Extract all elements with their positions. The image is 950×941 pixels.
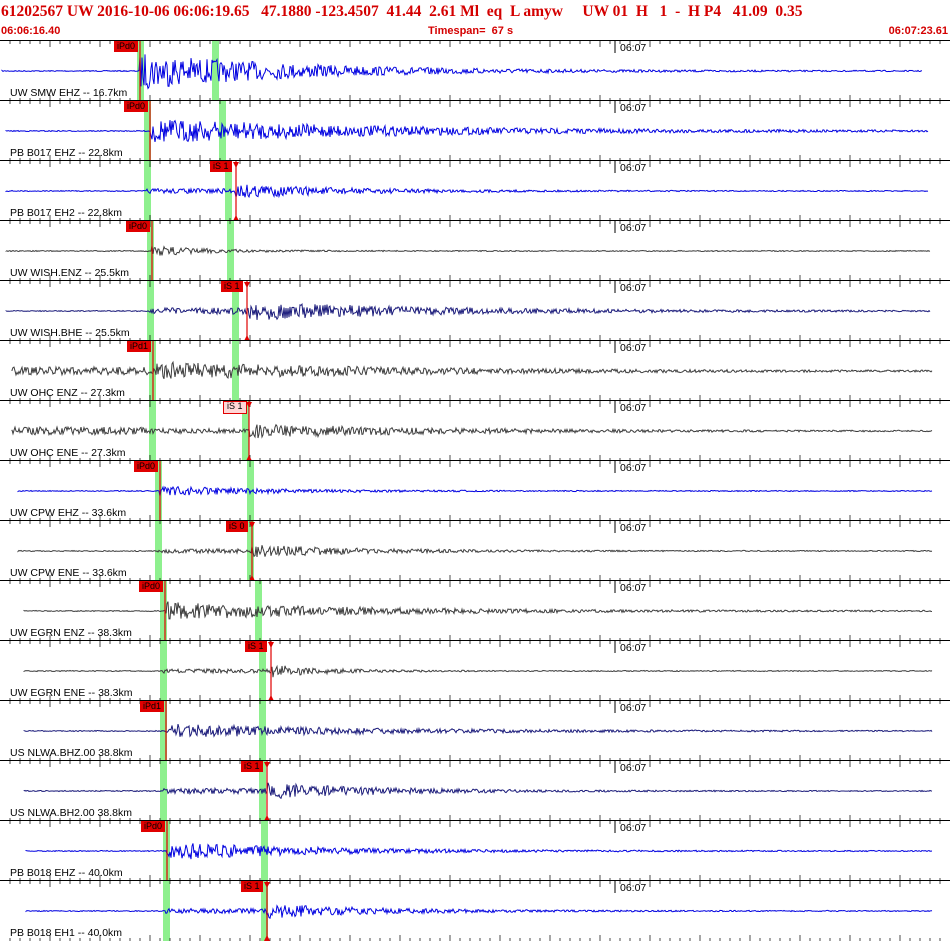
station-channel-label: UW OHC ENE -- 27.3km — [10, 447, 126, 459]
waveform-canvas — [9, 401, 941, 461]
seismogram-panel[interactable]: iPd0 06:07 UW CPW EHZ -- 33.6km — [0, 460, 950, 521]
seismogram-panels: iPd0 06:07 UW SMW EHZ -- 16.7km iPd0 06:07 PB… — [0, 40, 950, 941]
minute-time-label: 06:07 — [620, 402, 647, 414]
phase-pick-tag[interactable]: iPd0 — [126, 221, 151, 232]
seismogram-panel[interactable]: iPd0 06:07 UW EGRN ENZ -- 38.3km — [0, 580, 950, 641]
phase-pick-tag[interactable]: iS 1 — [241, 761, 263, 772]
phase-pick-tag[interactable]: iS 1 — [241, 881, 263, 892]
station-channel-label: UW EGRN ENZ -- 38.3km — [10, 627, 132, 639]
phase-pick-tag[interactable]: iPd0 — [134, 461, 159, 472]
phase-pick-tag[interactable]: iPd1 — [140, 701, 165, 712]
phase-pick-tag[interactable]: iPd0 — [114, 41, 139, 52]
waveform-canvas — [5, 281, 941, 341]
minute-time-label: 06:07 — [620, 702, 647, 714]
station-channel-label: UW WISH.BHE -- 25.5km — [10, 327, 130, 339]
station-channel-label: UW CPW ENE -- 33.6km — [10, 567, 127, 579]
minute-time-label: 06:07 — [620, 822, 647, 834]
minute-time-label: 06:07 — [620, 42, 647, 54]
start-time-label: 06:06:16.40 — [1, 25, 61, 37]
station-channel-label: PB B018 EHZ -- 40.0km — [10, 867, 123, 879]
station-channel-label: UW OHC ENZ -- 27.3km — [10, 387, 125, 399]
waveform-canvas — [9, 521, 941, 581]
waveform-canvas — [9, 641, 941, 701]
event-header: 61202567 UW 2016-10-06 06:06:19.65 47.18… — [0, 0, 950, 40]
seismogram-panel[interactable]: iS 1 06:07 US NLWA.BH2.00 38.8km — [0, 760, 950, 821]
minute-time-label: 06:07 — [620, 342, 647, 354]
seismogram-panel[interactable]: iPd1 06:07 US NLWA.BHZ.00 38.8km — [0, 700, 950, 761]
phase-pick-tag[interactable]: iS 1 — [223, 401, 247, 414]
phase-pick-tag[interactable]: iPd0 — [124, 101, 149, 112]
phase-pick-tag[interactable]: iS 1 — [245, 641, 267, 652]
phase-pick-tag[interactable]: iS 1 — [210, 161, 232, 172]
phase-pick-tag[interactable]: iPd1 — [127, 341, 152, 352]
station-channel-label: UW WISH.ENZ -- 25.5km — [10, 267, 130, 279]
seismogram-panel[interactable]: iS 1 06:07 UW EGRN ENE -- 38.3km — [0, 640, 950, 701]
waveform-canvas — [1, 41, 941, 101]
station-channel-label: PB B017 EH2 -- 22.8km — [10, 207, 123, 219]
phase-pick-tag[interactable]: iS 0 — [226, 521, 248, 532]
pick-triangle-icon — [233, 162, 239, 168]
pick-triangle-icon — [268, 642, 274, 648]
timespan-label: Timespan= 67 s — [428, 25, 514, 37]
end-time-label: 06:07:23.61 — [888, 25, 948, 37]
waveform-canvas — [5, 161, 941, 221]
station-channel-label: PB B018 EH1 -- 40.0km — [10, 927, 123, 939]
phase-pick-tag[interactable]: iS 1 — [221, 281, 243, 292]
waveform-trace — [25, 904, 933, 919]
minute-time-label: 06:07 — [620, 462, 647, 474]
minute-time-label: 06:07 — [620, 222, 647, 234]
station-channel-label: UW EGRN ENE -- 38.3km — [10, 687, 133, 699]
waveform-trace — [5, 303, 931, 321]
waveform-trace — [5, 245, 931, 256]
seismogram-panel[interactable]: iPd0 06:07 UW WISH.ENZ -- 25.5km — [0, 220, 950, 281]
seismogram-panel[interactable]: iS 0 06:07 UW CPW ENE -- 33.6km — [0, 520, 950, 581]
minute-time-label: 06:07 — [620, 582, 647, 594]
seismogram-panel[interactable]: iS 1 06:07 UW OHC ENE -- 27.3km — [0, 400, 950, 461]
waveform-canvas — [9, 761, 941, 821]
station-channel-label: US NLWA.BHZ.00 38.8km — [10, 747, 133, 759]
seismogram-panel[interactable]: iPd0 06:07 PB B018 EHZ -- 40.0km — [0, 820, 950, 881]
minute-time-label: 06:07 — [620, 762, 647, 774]
station-channel-label: UW CPW EHZ -- 33.6km — [10, 507, 127, 519]
waveform-canvas — [9, 881, 941, 941]
seismogram-panel[interactable]: iS 1 06:07 PB B017 EH2 -- 22.8km — [0, 160, 950, 221]
minute-time-label: 06:07 — [620, 642, 647, 654]
minute-time-label: 06:07 — [620, 162, 647, 174]
seismogram-panel[interactable]: iPd0 06:07 UW SMW EHZ -- 16.7km — [0, 40, 950, 101]
station-channel-label: PB B017 EHZ -- 22.8km — [10, 147, 123, 159]
minute-time-label: 06:07 — [620, 102, 647, 114]
station-channel-label: UW SMW EHZ -- 16.7km — [10, 87, 128, 99]
minute-time-label: 06:07 — [620, 282, 647, 294]
minute-time-label: 06:07 — [620, 522, 647, 534]
seismogram-panel[interactable]: iPd0 06:07 PB B017 EHZ -- 22.8km — [0, 100, 950, 161]
seismogram-panel[interactable]: iS 1 06:07 PB B018 EH1 -- 40.0km — [0, 880, 950, 941]
waveform-trace — [25, 843, 933, 860]
event-summary-line: 61202567 UW 2016-10-06 06:06:19.65 47.18… — [1, 3, 803, 20]
phase-pick-tag[interactable]: iPd0 — [139, 581, 164, 592]
minute-time-label: 06:07 — [620, 882, 647, 894]
seismogram-panel[interactable]: iS 1 06:07 UW WISH.BHE -- 25.5km — [0, 280, 950, 341]
station-channel-label: US NLWA.BH2.00 38.8km — [10, 807, 132, 819]
seismogram-panel[interactable]: iPd1 06:07 UW OHC ENZ -- 27.3km — [0, 340, 950, 401]
pick-triangle-icon — [244, 282, 250, 288]
phase-pick-tag[interactable]: iPd0 — [141, 821, 166, 832]
